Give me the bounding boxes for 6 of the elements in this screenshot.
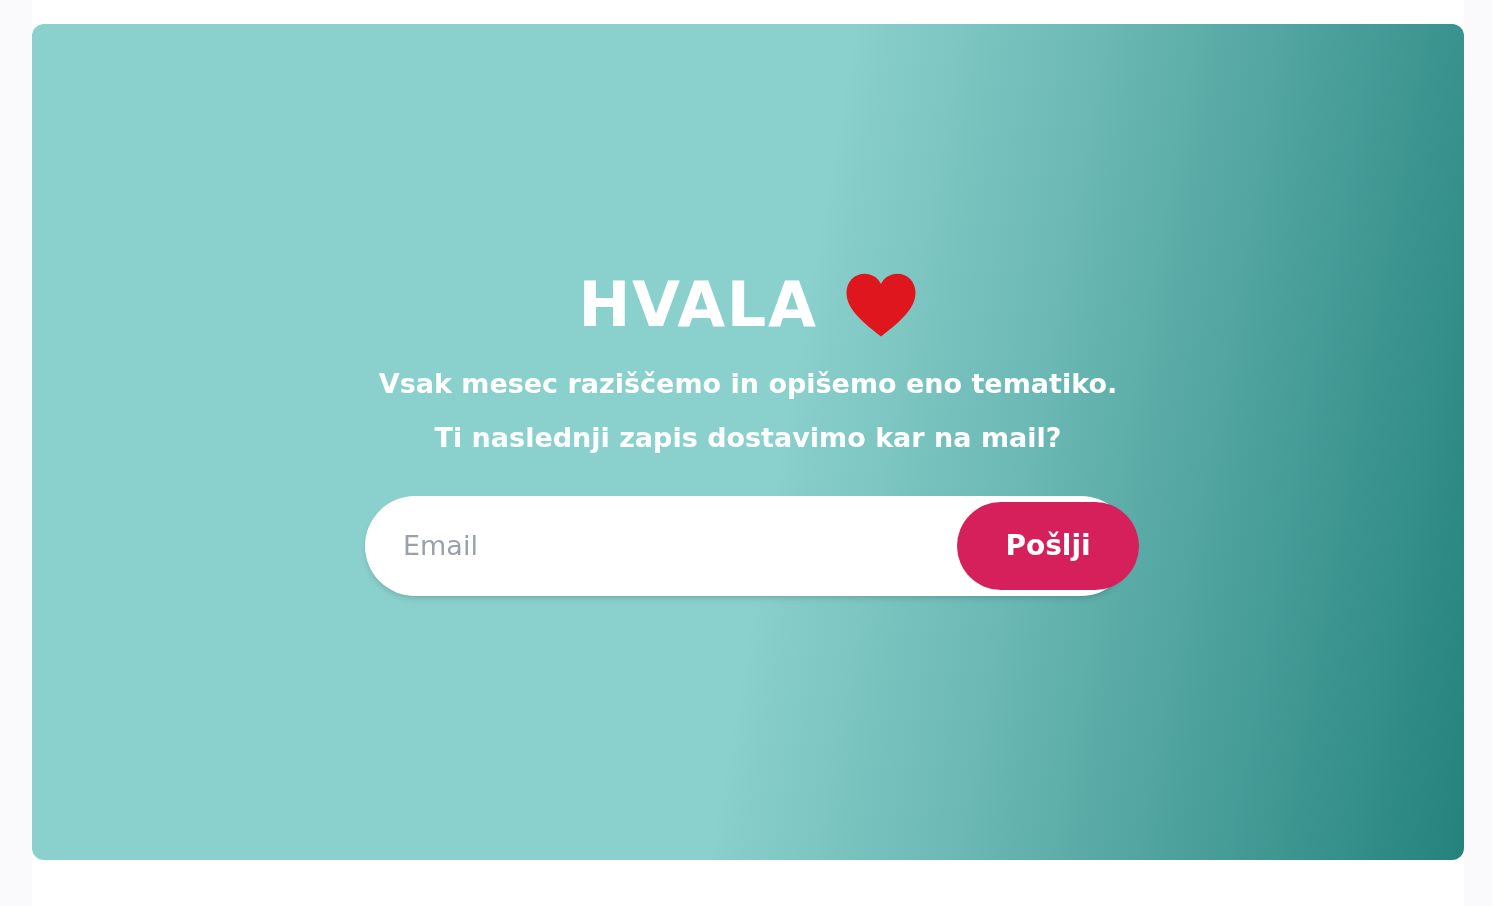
submit-button[interactable]: Pošlji [957, 502, 1139, 590]
heading: HVALA [578, 274, 818, 336]
heart-icon [845, 272, 918, 338]
email-field[interactable]: Email [403, 525, 957, 567]
subtitle-line: Vsak mesec raziščemo in opišemo eno tematiko. [378, 367, 1118, 401]
subtitle-line: Ti naslednji zapis dostavimo kar na mail? [434, 421, 1062, 455]
